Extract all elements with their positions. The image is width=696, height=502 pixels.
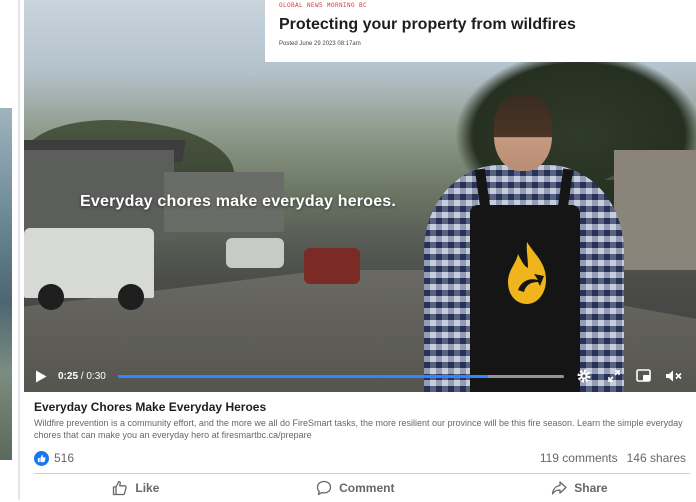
scene-house (614, 150, 696, 270)
post-description: Wildfire prevention is a community effor… (34, 418, 683, 440)
like-button[interactable]: Like (112, 480, 159, 496)
like-label: Like (135, 481, 160, 495)
news-title: Protecting your property from wildfires (279, 16, 576, 33)
like-count: 516 (54, 451, 75, 465)
comments-count[interactable]: 119 comments (540, 451, 618, 465)
firesmart-flame-logo-icon (508, 242, 546, 304)
scene-wheel (118, 284, 144, 310)
video-controls: 0:25 / 0:30 (24, 360, 696, 392)
video-person (414, 95, 624, 392)
engagement-counts: 119 comments 146 shares (540, 451, 686, 465)
settings-gear-icon (577, 369, 591, 383)
share-label: Share (574, 481, 608, 495)
shares-count[interactable]: 146 shares (627, 451, 686, 465)
duration: / 0:30 (80, 370, 106, 382)
like-reaction-icon (34, 450, 49, 466)
volume-muted-icon (665, 370, 682, 382)
comment-button[interactable]: Comment (316, 480, 394, 496)
post-title: Everyday Chores Make Everyday Heroes (34, 400, 267, 414)
scene-car (226, 238, 284, 268)
scene-wheel (38, 284, 64, 310)
post-info: Everyday Chores Make Everyday Heroes Wil… (24, 392, 696, 500)
person-head (494, 95, 552, 171)
panel-divider (18, 0, 20, 500)
video-time: 0:25 / 0:30 (58, 371, 106, 382)
progress-fill (117, 374, 488, 378)
progress-bar[interactable] (117, 374, 564, 378)
fullscreen-icon (608, 370, 620, 382)
fullscreen-button[interactable] (604, 366, 624, 386)
thumbs-up-icon (113, 480, 128, 496)
share-arrow-icon (552, 481, 567, 495)
comment-label: Comment (339, 481, 395, 495)
volume-button[interactable] (664, 366, 684, 386)
video-caption: Everyday chores make everyday heroes. (80, 193, 397, 210)
play-icon (36, 370, 47, 382)
news-source: GLOBAL NEWS MORNING BC (279, 2, 368, 9)
play-button[interactable] (32, 367, 50, 385)
current-time: 0:25 (58, 370, 79, 382)
background-photo-fragment (0, 108, 12, 460)
picture-in-picture-icon (636, 369, 651, 382)
post-stats: 516 119 comments 146 shares (34, 450, 686, 466)
settings-button[interactable] (574, 366, 594, 386)
comment-icon (316, 480, 332, 496)
share-button[interactable]: Share (551, 480, 608, 496)
picture-in-picture-button[interactable] (634, 366, 654, 386)
news-date: Posted June 29 2023 08:17am (279, 41, 361, 47)
scene-car (304, 248, 360, 284)
reactions-summary[interactable]: 516 (34, 450, 75, 466)
action-bar: Like Comment Share (34, 474, 686, 502)
news-header-card: GLOBAL NEWS MORNING BC Protecting your p… (265, 0, 696, 62)
